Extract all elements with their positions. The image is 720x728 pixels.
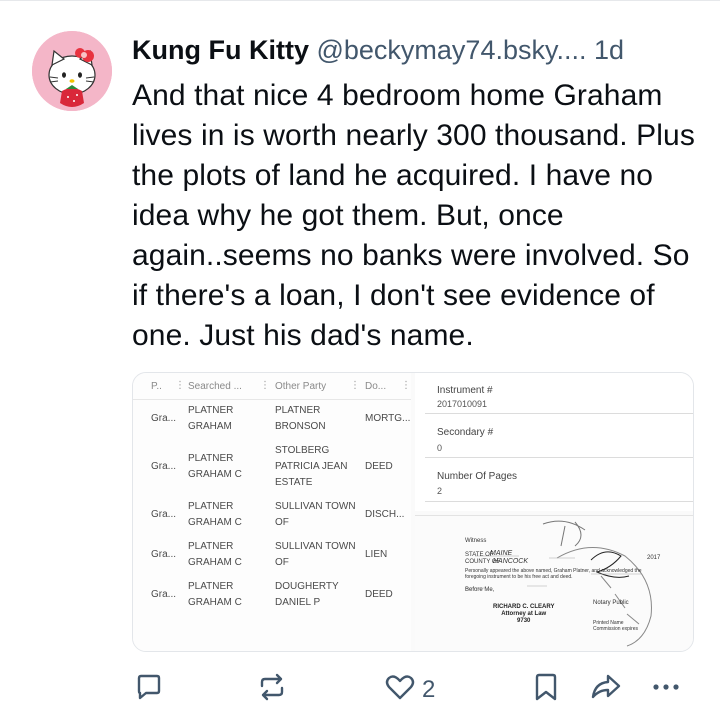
column-header: Do... [365,381,387,392]
year-label: 2017 [647,555,661,561]
bookmark-icon [535,673,557,701]
table-cell: PLATNER GRAHAM C [188,541,242,568]
column-header: Other Party [275,381,327,392]
table-cell: PLATNER GRAHAM C [188,501,242,528]
more-options-button[interactable] [650,672,682,707]
instrument-label: Instrument # [437,385,493,396]
ellipsis-icon [653,684,679,690]
author-handle[interactable]: @beckymay74.bsky.... [316,35,586,65]
notary-document-image: Witness STATE OF MAINE COUNTY OF HANCOCK… [415,515,693,651]
post-actions: 2 [0,662,720,714]
hello-kitty-avatar-icon [32,31,112,111]
table-cell: SULLIVAN TOWN OF [275,541,356,568]
repost-icon [260,673,284,701]
commission-label: Commission expires [593,626,639,632]
table-cell: PLATNER BRONSON [275,405,326,432]
state-handwritten: MAINE [490,550,513,557]
table-cell: Gra... [151,589,177,600]
acknowledgement-text: Personally appeared the above named, Gra… [465,568,642,580]
before-me-label: Before Me, [465,587,495,593]
records-table-image: P.. ⋮ Searched ... ⋮ Other Party ⋮ Do...… [133,373,411,651]
secondary-label: Secondary # [437,427,494,438]
repost-button[interactable] [256,672,288,707]
county-handwritten: HANCOCK [493,558,529,565]
column-menu-icon: ⋮ [260,380,270,391]
author-name[interactable]: Kung Fu Kitty [132,35,309,65]
table-cell: DEED [365,461,393,472]
table-cell: DEED [365,589,393,600]
column-menu-icon: ⋮ [350,380,360,391]
like-count: 2 [422,676,436,703]
table-cell: Gra... [151,549,177,560]
avatar[interactable] [32,31,112,111]
divider [425,457,693,458]
table-header: P.. ⋮ Searched ... ⋮ Other Party ⋮ Do...… [133,373,411,400]
column-header: P.. [151,381,162,392]
witness-label: Witness [465,538,487,544]
notary-name-stamp: RICHARD C. CLEARY Attorney at Law 9730 [493,604,555,624]
post-time[interactable]: 1d [594,35,624,65]
table-cell: LIEN [365,549,388,560]
post-header: Kung Fu Kitty @beckymay74.bsky.... 1d [132,32,624,68]
post-text: And that nice 4 bedroom home Graham live… [132,79,695,352]
divider [425,501,693,502]
notary-stamp-icon [465,520,652,647]
column-menu-icon: ⋮ [175,380,185,391]
table-cell: Gra... [151,461,177,472]
instrument-value: 2017010091 [437,399,488,409]
table-cell: PLATNER GRAHAM C [188,453,242,480]
share-icon [591,674,621,699]
table-cell: DISCH... [365,509,405,520]
table-cell: DOUGHERTY DANIEL P [275,581,339,608]
bookmark-button[interactable] [532,672,560,707]
pages-value: 2 [437,486,443,496]
table-cell: Gra... [151,413,177,424]
secondary-value: 0 [437,443,443,453]
divider [425,413,693,414]
share-button[interactable] [590,672,622,707]
column-menu-icon: ⋮ [401,380,411,391]
heart-icon [385,675,415,700]
notary-public-label: Notary Public [593,600,629,606]
table-cell: SULLIVAN TOWN OF [275,501,356,528]
table-cell: PLATNER GRAHAM C [188,581,242,608]
column-header: Searched ... [188,381,242,392]
reply-icon [137,674,161,700]
table-cell: Gra... [151,509,177,520]
reply-button[interactable] [134,672,164,707]
table-cell: PLATNER GRAHAM [188,405,234,432]
like-button[interactable] [384,672,416,707]
top-divider [0,0,720,1]
table-cell: MORTG... [365,413,411,424]
image-embed[interactable]: P.. ⋮ Searched ... ⋮ Other Party ⋮ Do...… [132,372,694,652]
pages-label: Number Of Pages [437,471,518,482]
instrument-details-image: Instrument # 2017010091 Secondary # 0 Nu… [415,373,693,511]
table-cell: STOLBERG PATRICIA JEAN ESTATE [275,445,348,488]
